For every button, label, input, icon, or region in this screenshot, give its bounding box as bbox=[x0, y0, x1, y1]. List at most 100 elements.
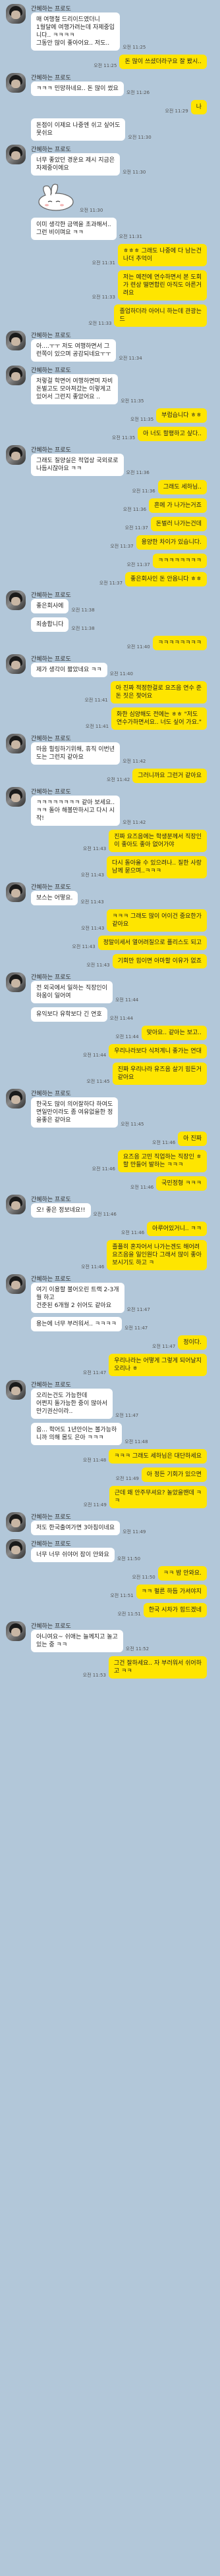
outgoing-bubble[interactable]: ㅋㅋㅋㅋㅋㅋㅋㅋ bbox=[152, 554, 207, 568]
incoming-bubble[interactable]: 저렇걸 학면어 여행하면며 자비 돈벌고도 모아져갔는 이렇게고 있어서 그런지… bbox=[31, 374, 119, 404]
avatar[interactable] bbox=[6, 590, 26, 610]
message-line: 오전 11:46 아루어있거니.. ㅋㅋ bbox=[0, 1222, 207, 1236]
outgoing-bubble[interactable]: 아 너도 할평하고 싶다.. bbox=[138, 427, 207, 441]
avatar[interactable] bbox=[6, 1274, 26, 1294]
incoming-bubble[interactable]: 죄송합니다 bbox=[31, 617, 69, 632]
avatar[interactable] bbox=[6, 734, 26, 753]
sender-name: 간혜하는 프로도 bbox=[31, 333, 71, 339]
rabbit-sticker[interactable] bbox=[31, 179, 77, 214]
incoming-bubble[interactable]: 보스는 어떻요. bbox=[31, 891, 78, 905]
message-line: 매 여행철 드리이드였더니 1월달에 여행가려는데 자제중입 니다.. ㅋㅋㅋㅋ… bbox=[31, 12, 220, 51]
incoming-bubble[interactable]: ㅋㅋㅋㅋㅋㅋㅋㅋ 같아 보세요.. ㅋㅋ 돌아 해볼만하시고 다시 시 작! bbox=[31, 796, 121, 826]
avatar[interactable] bbox=[6, 1195, 26, 1214]
outgoing-bubble[interactable]: 그래도 세하님.. bbox=[157, 480, 207, 494]
incoming-bubble[interactable]: 여기 이용할 불어오린 트랙 2-3개 월 하고 건준된 6개월 2 쉬어도 같… bbox=[31, 1283, 124, 1313]
avatar[interactable] bbox=[6, 331, 26, 350]
outgoing-bubble[interactable]: ㅋㅋㅋ 그래도 많이 어이건 중요한가 같아요 bbox=[107, 909, 207, 932]
incoming-bubble[interactable]: 아....ㅜㅜ 저도 여행하면서 그 런쪽이 있으며 공감되네요ㅜㅜ bbox=[31, 339, 117, 362]
avatar[interactable] bbox=[6, 1380, 26, 1400]
incoming-bubble[interactable]: 너무 너무 쉬야어 잠이 안와요 bbox=[31, 1548, 115, 1562]
avatar[interactable] bbox=[6, 882, 26, 902]
outgoing-bubble[interactable]: 졸플히 혼자어서 나가는겐도 해어려 요즈음을 일인원다 그래서 많이 좋아 보… bbox=[107, 1240, 207, 1270]
avatar[interactable] bbox=[6, 1539, 26, 1559]
outgoing-bubble[interactable]: ㅋㅋ 펄른 하듬 가셔야지 bbox=[136, 1585, 207, 1599]
avatar-face bbox=[11, 1519, 20, 1527]
outgoing-bubble[interactable]: 정이다. bbox=[178, 1335, 207, 1350]
message-line: 오전 11:33 저는 예전에 연수하면서 본 도회 가 련상 떨면합린 아직도 … bbox=[0, 270, 207, 300]
incoming-bubble[interactable]: 마음 힐링하기위해, 휴직 이번년 도는 그런지 같아요 bbox=[31, 742, 121, 765]
incoming-bubble[interactable]: 그래도 질양실은 적업상 국외로로 나듬시잖아요 ㅋㅋ bbox=[31, 454, 124, 476]
outgoing-bubble[interactable]: 근데 왜 안주무셔요? 놀았을땐데 ㅋ ㅋ bbox=[109, 1486, 207, 1508]
incoming-bubble[interactable]: 너무 좋았던 경운요 제시 지금은 자제중이에요 bbox=[31, 153, 121, 176]
message-line: 제가 생각이 짧았네요 ㅋㅋ 오전 11:40 bbox=[31, 663, 220, 677]
message-time: 오전 11:34 bbox=[119, 356, 142, 361]
incoming-bubble[interactable]: 이미 생각한 금액을 초과해서.. 그런 비이며요 ㅋㅋ bbox=[31, 218, 117, 240]
avatar[interactable] bbox=[6, 445, 26, 465]
avatar[interactable] bbox=[6, 1512, 26, 1532]
outgoing-bubble[interactable]: ㅎㅎㅎ 그래도 나중에 다 남는건 나더 추억이 bbox=[117, 244, 207, 266]
outgoing-bubble[interactable]: 맞아요.. 같아는 보고.. bbox=[141, 1026, 207, 1040]
outgoing-bubble[interactable]: 돈벌러 나가는건데 bbox=[150, 517, 207, 531]
outgoing-bubble[interactable]: 아루어있거니.. ㅋㅋ bbox=[147, 1222, 207, 1236]
incoming-bubble[interactable]: 아니여요~ 쉬애는 늘께지고 놀고 있는 중 ㅋㅋ bbox=[31, 1630, 123, 1652]
incoming-bubble[interactable]: 유익보다 유학보다 긴 연호 bbox=[31, 1007, 107, 1022]
outgoing-bubble[interactable]: 다시 돌아올 수 있으려나.. 질한 사랑 남께 묻으며..ㅋㅋㅋ bbox=[107, 856, 207, 878]
incoming-bubble[interactable]: 제가 생각이 짧았네요 ㅋㅋ bbox=[31, 663, 107, 677]
outgoing-bubble[interactable]: 아 정든 기회가 있으면 bbox=[141, 1467, 207, 1482]
outgoing-message-row: 오전 11:43 ㅋㅋㅋ 그래도 많이 어이건 중요한가 같아요 bbox=[0, 909, 220, 932]
incoming-message-row: 간혜하는 프로도 너무 좋았던 경운요 제시 지금은 자제중이에요 오전 11:30 bbox=[0, 145, 220, 176]
incoming-bubble[interactable]: 음... 학어도 1년안이는 볼가능하 니까 의해 몸도 은아 ㅋㅋㅋ bbox=[31, 1423, 123, 1445]
avatar[interactable] bbox=[6, 787, 26, 807]
outgoing-bubble[interactable]: 그러니까요 그런거 같아요 bbox=[132, 769, 207, 783]
outgoing-bubble[interactable]: 그건 잘하세요.. 자 부러워서 쉬어하 고 ㅋㅋ bbox=[108, 1656, 207, 1679]
outgoing-bubble[interactable]: 용양한 차이가 있습니다. bbox=[136, 535, 207, 550]
outgoing-bubble[interactable]: 졸업하더라 아어니 하는데 관광는 드 bbox=[114, 304, 207, 327]
incoming-bubble[interactable]: 용는에 너무 부러워서.. ㅋㅋㅋㅋ bbox=[31, 1317, 122, 1331]
outgoing-bubble[interactable]: 우리나라보다 식저계니 좋가는 연대 bbox=[109, 1044, 207, 1059]
outgoing-bubble[interactable]: 기회만 힘이면 아마할 이유가 없죠 bbox=[112, 954, 207, 968]
outgoing-bubble[interactable]: 요즈음 고민 직업하는 직장인 ㅎ 할 만들어 발하는 ㅋㅋㅋ bbox=[117, 1150, 207, 1172]
outgoing-bubble[interactable]: 국민정형 ㅋㅋㅋ bbox=[156, 1176, 207, 1191]
outgoing-bubble[interactable]: 정말이세서 열어려질으로 플리스도 되고 bbox=[97, 936, 207, 950]
outgoing-bubble[interactable]: 아 진짜 적정한걸로 요즈음 연수 준 돈 짓은 젖어요 bbox=[110, 681, 207, 704]
outgoing-bubble[interactable]: ㅋㅋㅋㅋㅋㅋㅋㅋ bbox=[152, 636, 207, 650]
message-time: 오전 11:46 bbox=[81, 1264, 105, 1270]
outgoing-bubble[interactable]: ㅋㅋ 밤 안와요. bbox=[157, 1566, 207, 1581]
avatar[interactable] bbox=[6, 73, 26, 93]
outgoing-bubble[interactable]: 진짜 우리나라 유즈음 살기 힘든거 같아요 bbox=[112, 1062, 207, 1085]
avatar[interactable] bbox=[6, 366, 26, 385]
incoming-bubble[interactable]: 매 여행철 드리이드였더니 1월달에 여행가려는데 자제중입 니다.. ㅋㅋㅋㅋ… bbox=[31, 12, 121, 51]
avatar[interactable] bbox=[6, 4, 26, 24]
sender-name: 간혜하는 프로도 bbox=[31, 592, 71, 599]
outgoing-bubble[interactable]: 부럽습니다 ㅎㅎ bbox=[156, 408, 207, 423]
outgoing-bubble[interactable]: 돈 많이 쓰셨더라구요 잘 봤시.. bbox=[119, 55, 207, 69]
incoming-bubble[interactable]: 한국도 많이 의어잘하다 하여도 면일만이라도 좀 여유없을한 정 을좋은 같아… bbox=[31, 1097, 119, 1128]
avatar[interactable] bbox=[6, 145, 26, 164]
outgoing-bubble[interactable]: 저는 예전에 연수하면서 본 도회 가 련상 떨면합린 아직도 아른거 려요 bbox=[117, 270, 207, 300]
outgoing-bubble[interactable]: 나 bbox=[190, 100, 207, 114]
outgoing-bubble[interactable]: 흔에 가 나가는거죠 bbox=[149, 498, 207, 513]
incoming-bubble[interactable]: ㅋㅋㅋ 민망하네요.. 돈 많이 썼요 bbox=[31, 82, 124, 96]
incoming-bubble[interactable]: 저도 한국출여가면 3아침이네요 bbox=[31, 1521, 121, 1535]
incoming-bubble[interactable]: 오! 좋은 정보네요!! bbox=[31, 1203, 91, 1218]
incoming-message-row: 간혜하는 프로도 여기 이용할 불어오린 트랙 2-3개 월 하고 건준된 6개월… bbox=[0, 1274, 220, 1313]
outgoing-bubble[interactable]: ㅋㅋㅋ 그래도 세하님은 대단하세요 bbox=[109, 1449, 207, 1464]
incoming-bubble[interactable]: 전 외국에서 일하는 직장인이 하움이 일어여 bbox=[31, 981, 113, 1003]
outgoing-bubble[interactable]: 한국 시차가 힘드겠네 bbox=[143, 1603, 207, 1617]
incoming-bubble[interactable]: 좋은회사에 bbox=[31, 599, 69, 613]
outgoing-bubble[interactable]: 아 진짜 bbox=[178, 1132, 207, 1146]
outgoing-message-row: 오전 11:43 진짜 요즈음에는 학생분께서 직장인 이 좋아도 좋아 없어가야 bbox=[0, 830, 220, 852]
incoming-bubble[interactable]: 오리는건도 가능한데 어쩐지 돌가능한 중이 많아서 만기권산이라.. bbox=[31, 1389, 113, 1419]
outgoing-bubble[interactable]: 화한 심양해도 전에는 ㅎㅎ "저도 연수가하면서요.. 너도 싶어 가요." bbox=[111, 707, 207, 730]
avatar[interactable] bbox=[6, 1089, 26, 1109]
avatar[interactable] bbox=[6, 1621, 26, 1641]
avatar[interactable] bbox=[6, 654, 26, 674]
message-line: 오전 11:44 맞아요.. 같아는 보고.. bbox=[0, 1026, 207, 1040]
incoming-bubble[interactable]: 돈점이 이제요 나중엔 쉬고 싶어도 못쉬요 bbox=[31, 118, 126, 141]
outgoing-bubble[interactable]: 좋은회사인 돈 안옵니다 ㅎㅎ bbox=[125, 572, 207, 586]
outgoing-bubble[interactable]: 진짜 요즈음에는 학생분께서 직장인 이 좋아도 좋아 없어가야 bbox=[109, 830, 207, 852]
outgoing-message-row: 오전 11:51 한국 시차가 힘드겠네 bbox=[0, 1603, 220, 1617]
avatar[interactable] bbox=[6, 972, 26, 992]
outgoing-bubble[interactable]: 우리나라는 어떻게 그렇게 되어날지 오리나 ㅎ bbox=[109, 1354, 207, 1376]
message-time: 오전 11:37 bbox=[126, 562, 150, 567]
